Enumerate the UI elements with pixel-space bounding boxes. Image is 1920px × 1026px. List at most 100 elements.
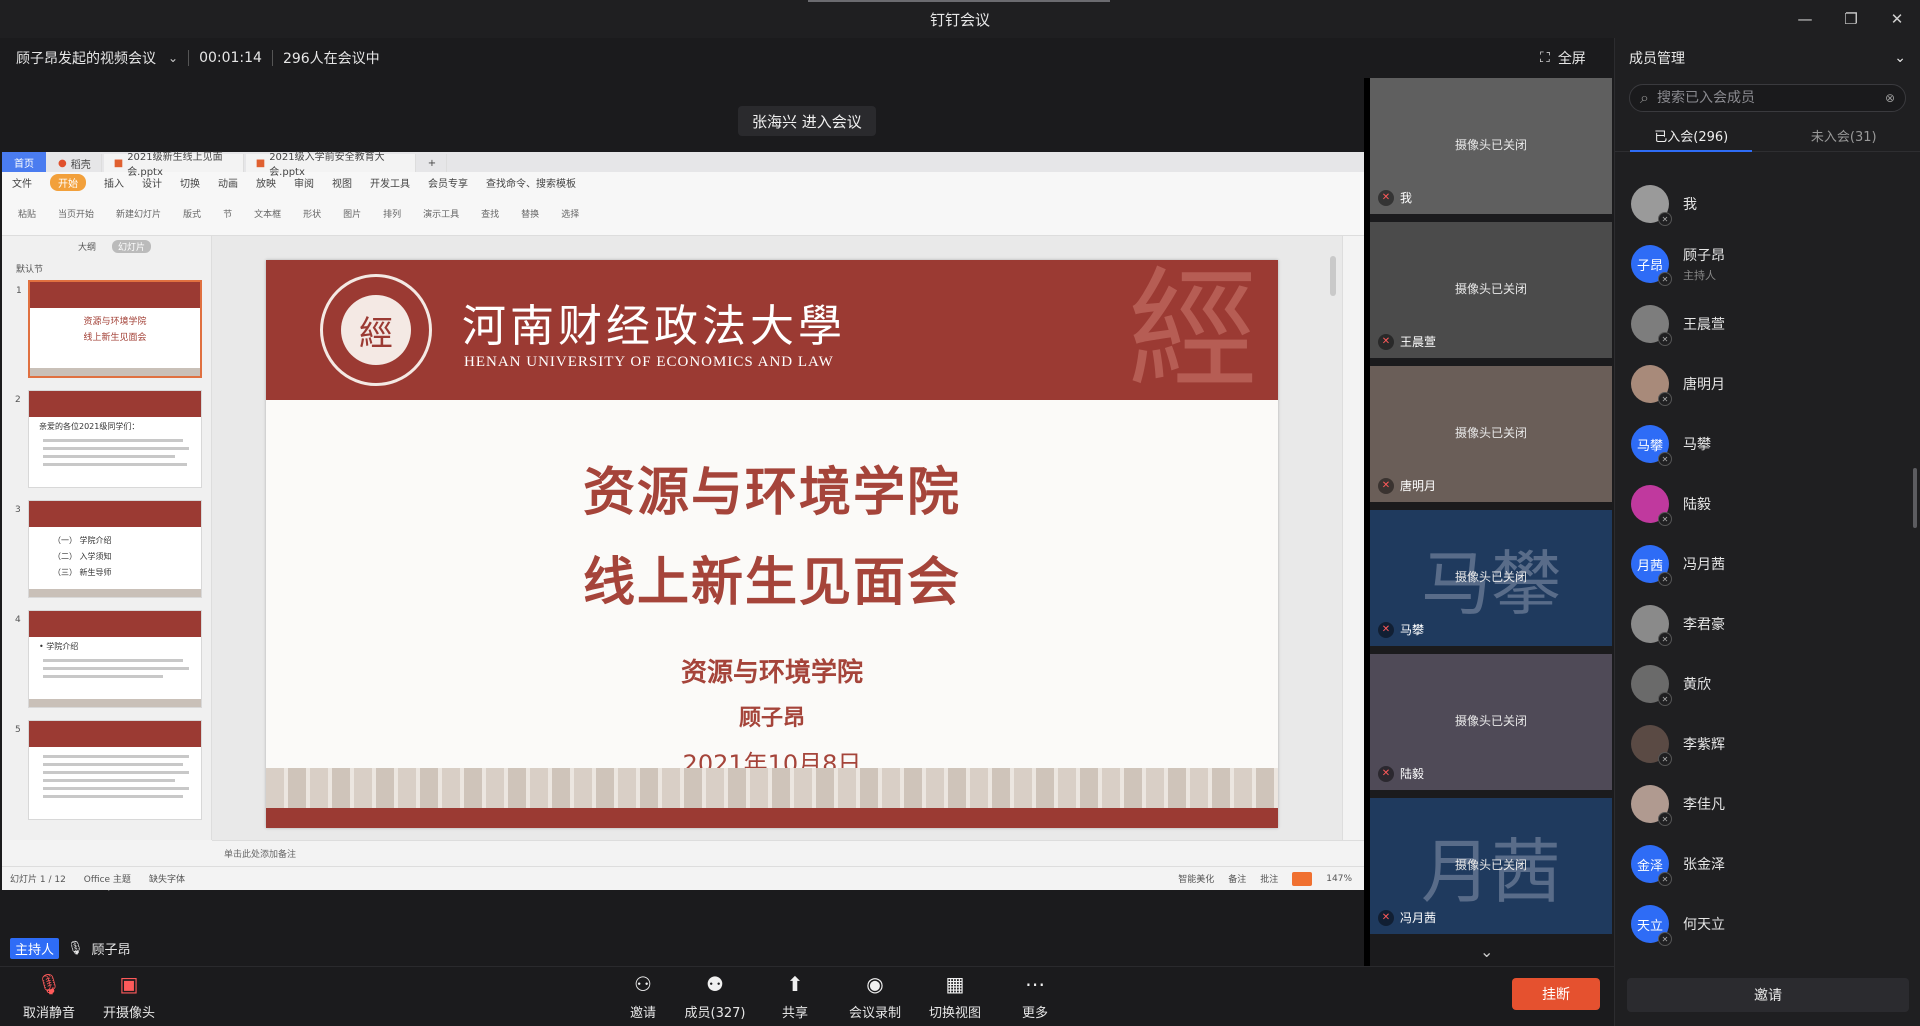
member-row[interactable]: ✕ 唐明月 (1615, 354, 1920, 414)
record-button[interactable]: ◉ 会议录制 (840, 967, 910, 1026)
unmute-button[interactable]: 🎙 取消静音 (14, 967, 84, 1026)
tile-name-text: 马攀 (1400, 623, 1425, 637)
slide-thumbnail-3[interactable]: 3 （一） 学院介绍 （二） 入学须知 （三） 新生导师 (15, 500, 202, 598)
ribbon-arrange[interactable]: 排列 (383, 207, 401, 220)
ribbon-find[interactable]: 查找 (481, 207, 499, 220)
ribbon-layout[interactable]: 版式 (183, 207, 201, 220)
camera-off-label: 摄像头已关闭 (1454, 858, 1527, 872)
member-row[interactable]: ✕ 王晨萱 (1615, 294, 1920, 354)
hangup-button[interactable]: 挂断 (1512, 978, 1600, 1010)
camera-button[interactable]: ▣ 开摄像头 (94, 967, 164, 1026)
member-row[interactable]: 天立 ✕ 何天立 (1615, 894, 1920, 954)
chevron-down-icon[interactable]: ⌄ (1480, 942, 1493, 961)
tab-not-joined[interactable]: 未入会(31) (1768, 122, 1920, 151)
wps-home-tab[interactable]: 首页 (2, 152, 46, 172)
menu-slideshow[interactable]: 放映 (256, 175, 276, 190)
ribbon-replace[interactable]: 替换 (521, 207, 539, 220)
wps-doc-tab-2[interactable]: ■ 2021级入学前安全教育大会.pptx (245, 152, 416, 178)
menu-design[interactable]: 设计 (142, 175, 162, 190)
member-row[interactable]: ✕ 李佳凡 (1615, 774, 1920, 834)
notes-bar[interactable]: 单击此处添加备注 (212, 840, 1364, 866)
missing-font[interactable]: 缺失字体 (149, 872, 185, 885)
play-icon[interactable] (1292, 871, 1313, 886)
ribbon-select[interactable]: 选择 (561, 207, 579, 220)
share-button[interactable]: ⬆ 共享 (770, 967, 820, 1026)
meeting-toolbar: 🎙 取消静音 ▣ 开摄像头 ⚇ 邀请 ⚉ 成员(327) ⬆ 共享 ◉ 会议录制 ▦ 切换视图… (0, 966, 1614, 1026)
ribbon-section[interactable]: 节 (223, 207, 232, 220)
zoom-level[interactable]: 147% (1326, 874, 1352, 884)
video-tile[interactable]: 摄像头已关闭 ✕ 唐明月 (1370, 366, 1612, 502)
chevron-down-icon[interactable]: ⌄ (1894, 50, 1906, 66)
annotation-toggle[interactable]: 批注 (1260, 872, 1278, 885)
minimize-icon[interactable]: — (1782, 0, 1828, 38)
ribbon-picture[interactable]: 图片 (343, 207, 361, 220)
menu-transition[interactable]: 切换 (180, 175, 200, 190)
tab-joined[interactable]: 已入会(296) (1615, 122, 1768, 152)
search-input[interactable] (1656, 90, 1877, 106)
member-row[interactable]: 子昂 ✕ 顾子昂 主持人 (1615, 234, 1920, 294)
notes-toggle[interactable]: 备注 (1228, 872, 1246, 885)
menu-view[interactable]: 视图 (332, 175, 352, 190)
meeting-title[interactable]: 顾子昂发起的视频会议 (16, 48, 156, 68)
menu-member[interactable]: 会员专享 (428, 175, 468, 190)
menu-review[interactable]: 审阅 (294, 175, 314, 190)
video-tile[interactable]: 摄像头已关闭 ✕ 我 (1370, 78, 1612, 214)
ribbon-paste[interactable]: 粘贴 (18, 207, 36, 220)
member-row[interactable]: ✕ 李紫辉 (1615, 714, 1920, 774)
menu-file[interactable]: 文件 (12, 175, 32, 190)
video-tile[interactable]: 月茜 摄像头已关闭 ✕ 冯月茜 (1370, 798, 1612, 934)
title-accent (808, 0, 1110, 2)
scroll-thumb[interactable] (1330, 256, 1336, 296)
slide-thumbnail-4[interactable]: 4 • 学院介绍 (15, 610, 202, 708)
menu-animation[interactable]: 动画 (218, 175, 238, 190)
wps-docer-tab[interactable]: ● 稻壳 (48, 154, 102, 172)
slides-tab[interactable]: 幻灯片 (112, 239, 152, 253)
member-row[interactable]: 金泽 ✕ 张金泽 (1615, 834, 1920, 894)
fullscreen-button[interactable]: ⛶ 全屏 (1540, 38, 1586, 78)
title-bar: 钉钉会议 — ❐ ✕ (0, 0, 1920, 38)
switch-view-button[interactable]: ▦ 切换视图 (920, 967, 990, 1026)
video-tile[interactable]: 马攀 摄像头已关闭 ✕ 马攀 (1370, 510, 1612, 646)
chevron-down-icon[interactable]: ⌄ (168, 51, 178, 65)
ribbon-play-from-current[interactable]: 当页开始 (58, 207, 94, 220)
member-row[interactable]: 月茜 ✕ 冯月茜 (1615, 534, 1920, 594)
member-row[interactable]: 马攀 ✕ 马攀 (1615, 414, 1920, 474)
ribbon-new-slide[interactable]: 新建幻灯片 (116, 207, 161, 220)
member-row[interactable]: ✕ 我 (1615, 174, 1920, 234)
ribbon-presenter-tools[interactable]: 演示工具 (423, 207, 459, 220)
members-button[interactable]: ⚉ 成员(327) (680, 967, 750, 1026)
outline-tab[interactable]: 大纲 (78, 240, 96, 253)
member-row[interactable]: ✕ 李君豪 (1615, 594, 1920, 654)
thumb-line (43, 447, 189, 450)
wps-doc-tab-1[interactable]: ■ 2021级新生线上见面会.pptx (103, 152, 244, 178)
slide-thumbnail-5[interactable]: 5 (15, 720, 202, 820)
ribbon-shape[interactable]: 形状 (303, 207, 321, 220)
member-row[interactable]: ✕ 陆毅 (1615, 474, 1920, 534)
invite-toolbar-button[interactable]: ⚇ 邀请 (618, 967, 668, 1026)
menu-devtools[interactable]: 开发工具 (370, 175, 410, 190)
camera-off-label: 摄像头已关闭 (1454, 570, 1527, 584)
member-scrollbar[interactable] (1913, 468, 1917, 528)
slide-thumbnail-2[interactable]: 2 亲爱的各位2021级同学们： (15, 390, 202, 488)
canvas-scrollbar[interactable] (1330, 256, 1338, 826)
smart-beautify[interactable]: 智能美化 (1178, 872, 1214, 885)
invite-button[interactable]: 邀请 (1627, 978, 1909, 1012)
more-button[interactable]: ⋯ 更多 (1010, 967, 1060, 1026)
close-icon[interactable]: ✕ (1874, 0, 1920, 38)
member-row[interactable]: ✕ 黄欣 (1615, 654, 1920, 714)
menu-home[interactable]: 开始 (50, 173, 86, 191)
right-tool-strip (1342, 236, 1364, 840)
new-tab-button[interactable]: + (417, 154, 448, 172)
meeting-info-bar: 顾子昂发起的视频会议 ⌄ 00:01:14 296人在会议中 (0, 38, 1372, 78)
video-tile[interactable]: 摄像头已关闭 ✕ 王晨萱 (1370, 222, 1612, 358)
menu-insert[interactable]: 插入 (104, 175, 124, 190)
ribbon-textbox[interactable]: 文本框 (254, 207, 281, 220)
slide-thumbnail-1[interactable]: 1 资源与环境学院 线上新生见面会 (16, 280, 202, 378)
maximize-icon[interactable]: ❐ (1828, 0, 1874, 38)
current-slide[interactable]: 經 河南财经政法大學 HENAN UNIVERSITY OF ECONOMICS… (266, 260, 1278, 828)
menu-search[interactable]: 查找命令、搜索模板 (486, 175, 576, 190)
button-label: 开摄像头 (102, 1005, 155, 1021)
thumb-line (43, 795, 183, 798)
clear-icon[interactable]: ⊗ (1885, 91, 1895, 105)
video-tile[interactable]: 摄像头已关闭 ✕ 陆毅 (1370, 654, 1612, 790)
